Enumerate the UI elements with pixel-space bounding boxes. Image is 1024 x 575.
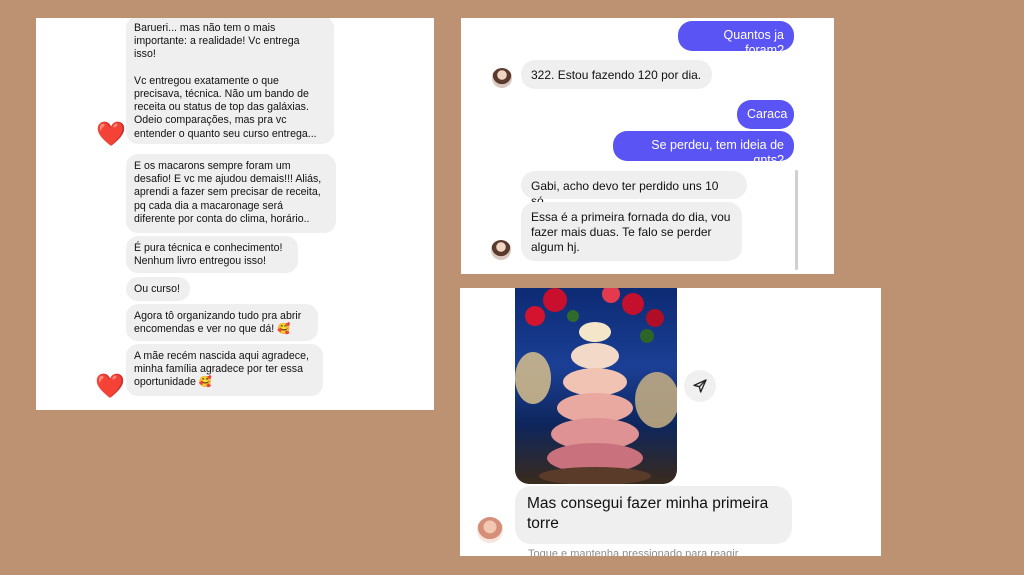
scrollbar[interactable]	[795, 170, 798, 270]
heart-reaction-icon: ❤️	[95, 373, 125, 400]
reaction-hint: Toque e mantenha pressionado para reagir	[528, 548, 739, 556]
chat-screenshot-right: Quantos ja foram? 322. Estou fazendo 120…	[461, 18, 834, 274]
incoming-message: 322. Estou fazendo 120 por dia.	[521, 60, 712, 89]
message-bubble: E os macarons sempre foram um desafio! E…	[126, 154, 336, 233]
message-bubble: A mãe recém nascida aqui agradece, minha…	[126, 344, 323, 396]
incoming-message: Gabi, acho devo ter perdido uns 10 só.	[521, 171, 747, 208]
heart-reaction-icon: ❤️	[96, 121, 126, 148]
avatar	[477, 517, 503, 543]
message-bubble: Agora tô organizando tudo pra abrir enco…	[126, 304, 318, 341]
outgoing-message: Se perdeu, tem ideia de qnts?	[613, 131, 794, 167]
send-icon	[693, 379, 707, 393]
share-button[interactable]	[684, 370, 716, 402]
macaron-tower-illustration	[515, 288, 677, 484]
message-bubble: Ou curso!	[126, 277, 190, 301]
avatar	[491, 240, 511, 260]
message-bubble: É pura técnica e conhecimento! Nenhum li…	[126, 236, 298, 273]
avatar	[492, 68, 512, 88]
outgoing-message: Caraca	[737, 100, 794, 129]
message-bubble: Barueri... mas não tem o mais importante…	[126, 18, 334, 144]
incoming-message: Essa é a primeira fornada do dia, vou fa…	[521, 202, 742, 261]
chat-screenshot-left: Barueri... mas não tem o mais importante…	[36, 18, 434, 410]
macaron-tower-photo[interactable]	[515, 288, 677, 484]
chat-screenshot-photo: Mas consegui fazer minha primeira torre …	[460, 288, 881, 556]
incoming-message: Mas consegui fazer minha primeira torre	[515, 486, 792, 544]
outgoing-message: Quantos ja foram?	[678, 21, 794, 57]
